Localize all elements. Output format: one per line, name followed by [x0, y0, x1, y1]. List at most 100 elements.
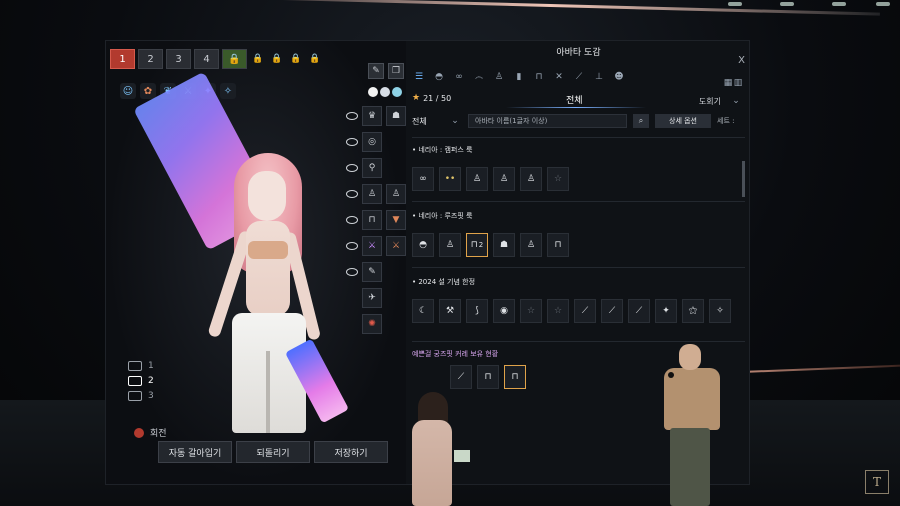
revert-button[interactable]: 되돌리기: [236, 441, 310, 463]
tab-all[interactable]: 전체: [566, 93, 583, 106]
axe-item[interactable]: ⚒: [439, 299, 461, 323]
empty-star-icon[interactable]: ☆: [547, 167, 569, 191]
spear-item[interactable]: ✧: [709, 299, 731, 323]
scrollbar[interactable]: [742, 161, 745, 197]
scythe-item[interactable]: ☾: [412, 299, 434, 323]
helmet-item[interactable]: ☗: [493, 233, 515, 257]
jacket-item[interactable]: ♙: [466, 167, 488, 191]
preset-slot-lock[interactable]: 🔒: [222, 49, 247, 69]
emblem-icon[interactable]: ✿: [140, 83, 156, 99]
top-item[interactable]: ♙: [439, 233, 461, 257]
scope-dropdown[interactable]: 전체: [412, 116, 442, 127]
preset-slot-4[interactable]: 4: [194, 49, 219, 69]
pants-item-selected[interactable]: ⊓ 2: [466, 233, 488, 257]
outfit-slot[interactable]: ♙: [386, 184, 406, 204]
lock-icon[interactable]: 🔒: [288, 49, 304, 69]
lock-icon[interactable]: 🔒: [250, 49, 266, 69]
staff-item[interactable]: ⟋: [628, 299, 650, 323]
face-slot[interactable]: ◎: [362, 132, 382, 152]
equip-row: ✺: [346, 314, 406, 334]
hoodie-item[interactable]: ♙: [493, 167, 515, 191]
dye-color-swatches[interactable]: [368, 87, 402, 97]
pants-icon[interactable]: ⊓: [532, 71, 546, 83]
copy-icon[interactable]: ❐: [388, 63, 404, 79]
trousers-item[interactable]: ⊓: [547, 233, 569, 257]
blade-item[interactable]: ⟋: [574, 299, 596, 323]
edit-icon[interactable]: ✎: [368, 63, 384, 79]
wand-icon[interactable]: ⟋: [572, 71, 586, 83]
outfit-item[interactable]: ♙: [520, 233, 542, 257]
stick-item[interactable]: ⟋: [450, 365, 472, 389]
visibility-eye-icon[interactable]: [346, 138, 358, 146]
weapon-slot[interactable]: ⚔: [362, 236, 382, 256]
save-button[interactable]: 저장하기: [314, 441, 388, 463]
dagger-item[interactable]: ⟋: [601, 299, 623, 323]
lock-icon[interactable]: 🔒: [307, 49, 323, 69]
shoes-slot[interactable]: ▼: [386, 210, 406, 230]
chevron-down-icon[interactable]: ⌄: [448, 115, 462, 127]
chevron-down-icon[interactable]: ⌄: [729, 95, 743, 107]
hat-icon[interactable]: ◓: [432, 71, 446, 83]
empty-star-icon[interactable]: ☆: [547, 299, 569, 323]
glasses-icon[interactable]: ∞: [452, 71, 466, 83]
right-filter-label[interactable]: 도회기: [699, 96, 721, 107]
orb-item[interactable]: ⚝: [682, 299, 704, 323]
pet-slot[interactable]: ✈: [362, 288, 382, 308]
visibility-eye-icon[interactable]: [346, 164, 358, 172]
visibility-eye-icon[interactable]: [346, 242, 358, 250]
close-icon[interactable]: X: [738, 55, 745, 66]
pants-item-selected[interactable]: ⊓: [504, 365, 526, 389]
visibility-eye-icon[interactable]: [346, 112, 358, 120]
hat-slot[interactable]: ♛: [362, 106, 382, 126]
visibility-eye-icon[interactable]: [346, 216, 358, 224]
rotate-toggle[interactable]: 회전: [134, 426, 167, 439]
sort-icon[interactable]: ▥: [731, 77, 745, 89]
detail-options-button[interactable]: 상세 옵션: [655, 114, 711, 128]
shoes-icon[interactable]: ⊥: [592, 71, 606, 83]
category-tab-bar: ☰ ◓ ∞ ෴ ♙ ▮ ⊓ ✕ ⟋ ⊥ ☻: [412, 69, 745, 85]
helmet-slot[interactable]: ☗: [386, 106, 406, 126]
search-icon[interactable]: ⌕: [633, 114, 649, 128]
sword-icon[interactable]: ✕: [552, 71, 566, 83]
bow-item[interactable]: ⟆: [466, 299, 488, 323]
lock-icon[interactable]: 🔒: [269, 49, 285, 69]
pants-slot[interactable]: ⊓: [362, 210, 382, 230]
outfit-icon[interactable]: ▮: [512, 71, 526, 83]
preset-slot-2[interactable]: 2: [138, 49, 163, 69]
glasses-item[interactable]: ∞: [412, 167, 434, 191]
mask-icon[interactable]: ☻: [612, 71, 626, 83]
camera-item-3[interactable]: 3: [128, 391, 154, 401]
visibility-eye-icon[interactable]: [346, 190, 358, 198]
top-slot[interactable]: ♙: [362, 184, 382, 204]
equip-row: ⚲: [346, 158, 406, 178]
preset-slot-3[interactable]: 3: [166, 49, 191, 69]
person-icon[interactable]: ☺: [120, 83, 136, 99]
camera-item-1[interactable]: 1: [128, 361, 154, 371]
sub-weapon-slot[interactable]: ⚔: [386, 236, 406, 256]
top-icon[interactable]: ♙: [492, 71, 506, 83]
mustache-icon[interactable]: ෴: [472, 71, 486, 83]
avatar-name-search-input[interactable]: 아바타 이름(1글자 이상): [468, 114, 627, 128]
auto-change-button[interactable]: 자동 갈아입기: [158, 441, 232, 463]
list-icon[interactable]: ☰: [412, 71, 426, 83]
earring-slot[interactable]: ⚲: [362, 158, 382, 178]
equip-row: ✎: [346, 262, 406, 282]
color-swatch[interactable]: [368, 87, 378, 97]
wand-item[interactable]: ✦: [655, 299, 677, 323]
visibility-eye-icon[interactable]: [346, 268, 358, 276]
feather-icon[interactable]: ✧: [220, 83, 236, 99]
accessory-slot[interactable]: ✎: [362, 262, 382, 282]
preset-slot-1[interactable]: 1: [110, 49, 135, 69]
pants-item[interactable]: ⊓: [477, 365, 499, 389]
tab-underline: [506, 107, 646, 108]
camera-item-2[interactable]: 2: [128, 376, 154, 386]
coat-item[interactable]: ♙: [520, 167, 542, 191]
empty-star-icon[interactable]: ☆: [520, 299, 542, 323]
earring-item[interactable]: ••: [439, 167, 461, 191]
color-swatch[interactable]: [380, 87, 390, 97]
shield-item[interactable]: ◉: [493, 299, 515, 323]
hat-item[interactable]: ◓: [412, 233, 434, 257]
color-swatch[interactable]: [392, 87, 402, 97]
equip-row: ◎: [346, 132, 406, 152]
effect-slot[interactable]: ✺: [362, 314, 382, 334]
